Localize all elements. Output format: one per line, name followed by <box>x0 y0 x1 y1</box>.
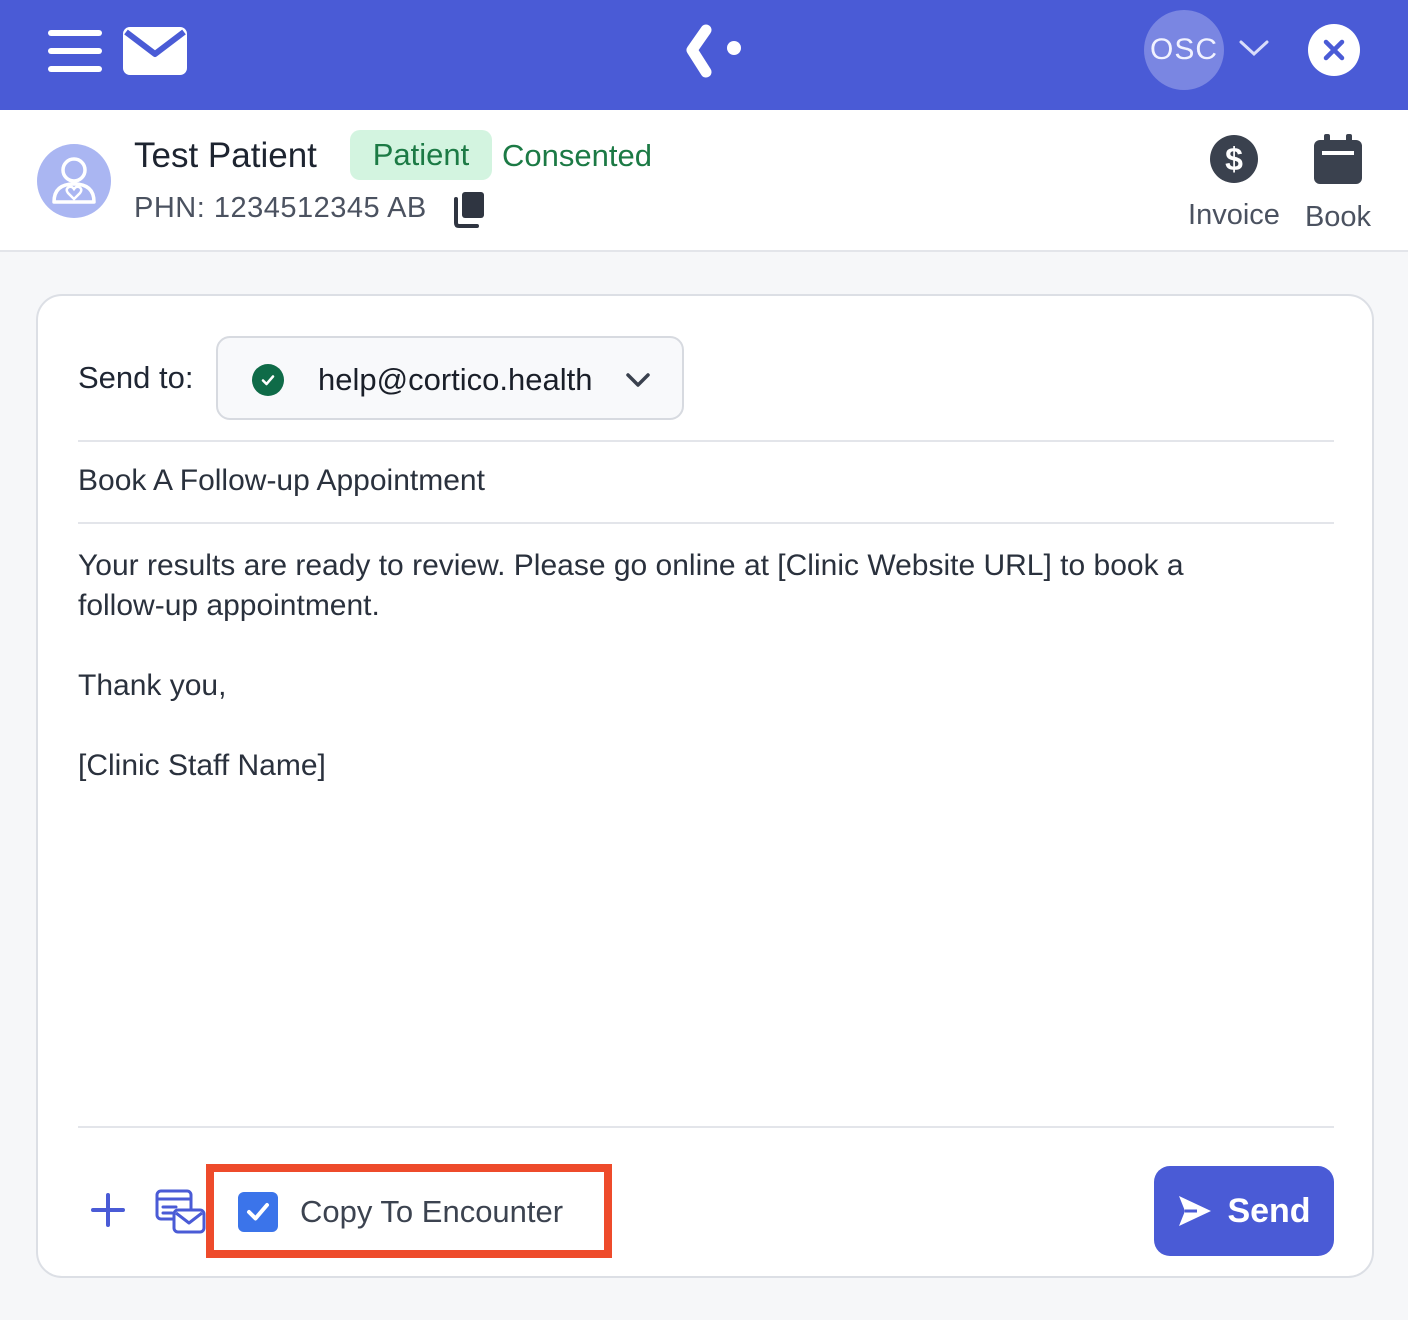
dollar-icon: $ <box>1210 135 1258 183</box>
divider <box>78 440 1334 442</box>
patient-avatar <box>37 144 111 218</box>
send-button[interactable]: Send <box>1154 1166 1334 1256</box>
checkbox-checked-icon[interactable] <box>238 1192 278 1232</box>
top-bar: OSC <box>0 0 1408 110</box>
subject-field[interactable]: Book A Follow-up Appointment <box>78 464 1334 498</box>
body-line: Thank you, <box>78 669 227 702</box>
consent-status: Consented <box>502 138 652 173</box>
body-line <box>78 706 1278 746</box>
verified-check-icon <box>252 364 284 396</box>
patient-name: Test Patient <box>134 136 317 175</box>
close-button[interactable] <box>1308 24 1360 76</box>
message-body[interactable]: Your results are ready to review. Please… <box>78 546 1278 786</box>
recipient-select[interactable]: help@cortico.health <box>216 336 684 420</box>
copy-icon[interactable] <box>452 190 486 228</box>
invoice-button[interactable]: $ Invoice <box>1180 134 1288 232</box>
app-logo-icon[interactable] <box>684 24 744 80</box>
recipient-email: help@cortico.health <box>318 362 593 397</box>
book-button[interactable]: Book <box>1300 134 1376 234</box>
send-icon <box>1179 1196 1212 1226</box>
chevron-down-icon <box>626 373 650 387</box>
book-label: Book <box>1304 201 1372 233</box>
body-line <box>78 626 1278 666</box>
user-avatar[interactable]: OSC <box>1144 10 1224 90</box>
divider <box>78 522 1334 524</box>
patient-heart-icon <box>52 157 96 204</box>
body-line: [Clinic Staff Name] <box>78 749 326 782</box>
patient-phn: PHN: 1234512345 AB <box>134 192 427 224</box>
patient-badge: Patient <box>350 130 492 180</box>
svg-text:$: $ <box>1225 141 1243 177</box>
send-label: Send <box>1227 1191 1311 1230</box>
calendar-icon <box>1314 134 1362 184</box>
message-composer: Send to: help@cortico.health Book A Foll… <box>36 294 1374 1278</box>
body-line: Your results are ready to review. Please… <box>78 549 1184 622</box>
chevron-down-icon[interactable] <box>1238 36 1270 60</box>
hamburger-menu-icon[interactable] <box>48 30 102 72</box>
copy-to-encounter-checkbox[interactable]: Copy To Encounter <box>206 1164 612 1258</box>
invoice-label: Invoice <box>1188 199 1280 231</box>
send-to-label: Send to: <box>78 360 194 395</box>
close-icon <box>1323 39 1345 61</box>
copy-to-encounter-label: Copy To Encounter <box>300 1194 564 1229</box>
patient-header: Test Patient Patient Consented PHN: 1234… <box>0 110 1408 252</box>
divider <box>78 1126 1334 1128</box>
template-mail-icon[interactable] <box>154 1188 206 1236</box>
mail-icon[interactable] <box>122 26 188 76</box>
add-attachment-plus-icon[interactable] <box>90 1192 126 1228</box>
